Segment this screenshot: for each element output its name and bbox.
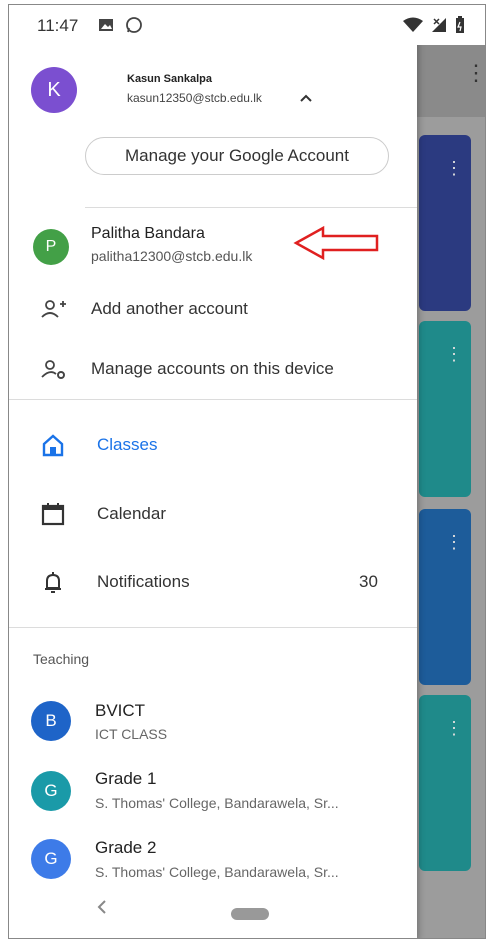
calendar-icon <box>41 503 65 526</box>
card-menu-icon[interactable]: ⋮ <box>445 345 463 363</box>
class-avatar: G <box>31 839 71 879</box>
chevron-up-icon[interactable] <box>297 89 315 107</box>
nav-item-classes[interactable]: Classes <box>9 431 417 461</box>
battery-icon <box>456 16 464 33</box>
divider <box>85 207 417 208</box>
status-bar: 11:47 <box>9 5 485 45</box>
card-menu-icon[interactable]: ⋮ <box>445 159 463 177</box>
signal-icon <box>432 18 446 32</box>
class-subtitle: S. Thomas' College, Bandarawela, Sr... <box>95 864 339 880</box>
manage-accounts-icon <box>41 360 65 379</box>
add-account-item[interactable]: Add another account <box>9 295 417 325</box>
system-nav-bar <box>9 883 417 938</box>
account-name: Kasun Sankalpa <box>127 73 212 85</box>
nav-calendar-label: Calendar <box>97 504 166 523</box>
nav-classes-label: Classes <box>97 435 158 454</box>
card-menu-icon[interactable]: ⋮ <box>445 719 463 737</box>
annotation-arrow-icon <box>293 225 379 261</box>
status-time: 11:47 <box>37 16 79 35</box>
class-title: Grade 1 <box>95 769 157 788</box>
class-card[interactable]: ⋮ <box>419 509 471 685</box>
notifications-count: 30 <box>359 572 378 591</box>
class-subtitle: S. Thomas' College, Bandarawela, Sr... <box>95 795 339 811</box>
add-person-icon <box>41 300 66 318</box>
class-subtitle: ICT CLASS <box>95 726 168 742</box>
nav-item-notifications[interactable]: Notifications 30 <box>9 568 417 598</box>
home-gesture-pill[interactable] <box>231 908 269 920</box>
add-account-label: Add another account <box>91 299 248 318</box>
class-avatar: B <box>31 701 71 741</box>
card-menu-icon[interactable]: ⋮ <box>445 533 463 551</box>
nav-item-calendar[interactable]: Calendar <box>9 500 417 530</box>
overflow-menu-icon[interactable]: ⋮ <box>465 62 485 84</box>
account-email: kasun12350@stcb.edu.lk <box>127 91 262 105</box>
manage-accounts-item[interactable]: Manage accounts on this device <box>9 355 417 385</box>
screen: ⋮ ⋮ ⋮ ⋮ ⋮ 11:47 K Kasun Sankalpa kasun12… <box>8 4 486 939</box>
other-account-name: Palitha Bandara <box>91 225 205 242</box>
nav-notifications-label: Notifications <box>97 572 190 591</box>
home-icon <box>42 434 64 457</box>
whatsapp-icon <box>126 17 142 33</box>
back-icon[interactable] <box>95 899 109 915</box>
class-title: BVICT <box>95 701 146 720</box>
divider <box>9 627 417 628</box>
class-card[interactable]: ⋮ <box>419 135 471 311</box>
teaching-section-title: Teaching <box>33 651 90 667</box>
divider <box>9 399 417 400</box>
class-card[interactable]: ⋮ <box>419 321 471 497</box>
manage-accounts-label: Manage accounts on this device <box>91 359 334 378</box>
other-account-email: palitha12300@stcb.edu.lk <box>91 248 253 264</box>
bell-icon <box>45 572 61 593</box>
manage-google-account-button[interactable]: Manage your Google Account <box>85 137 389 175</box>
gallery-icon <box>99 19 113 31</box>
class-card[interactable]: ⋮ <box>419 695 471 871</box>
wifi-icon <box>403 17 423 32</box>
navigation-drawer: K Kasun Sankalpa kasun12350@stcb.edu.lk … <box>9 5 417 938</box>
class-title: Grade 2 <box>95 838 157 857</box>
class-avatar: G <box>31 771 71 811</box>
other-account-avatar: P <box>33 229 69 265</box>
account-avatar[interactable]: K <box>31 67 77 113</box>
